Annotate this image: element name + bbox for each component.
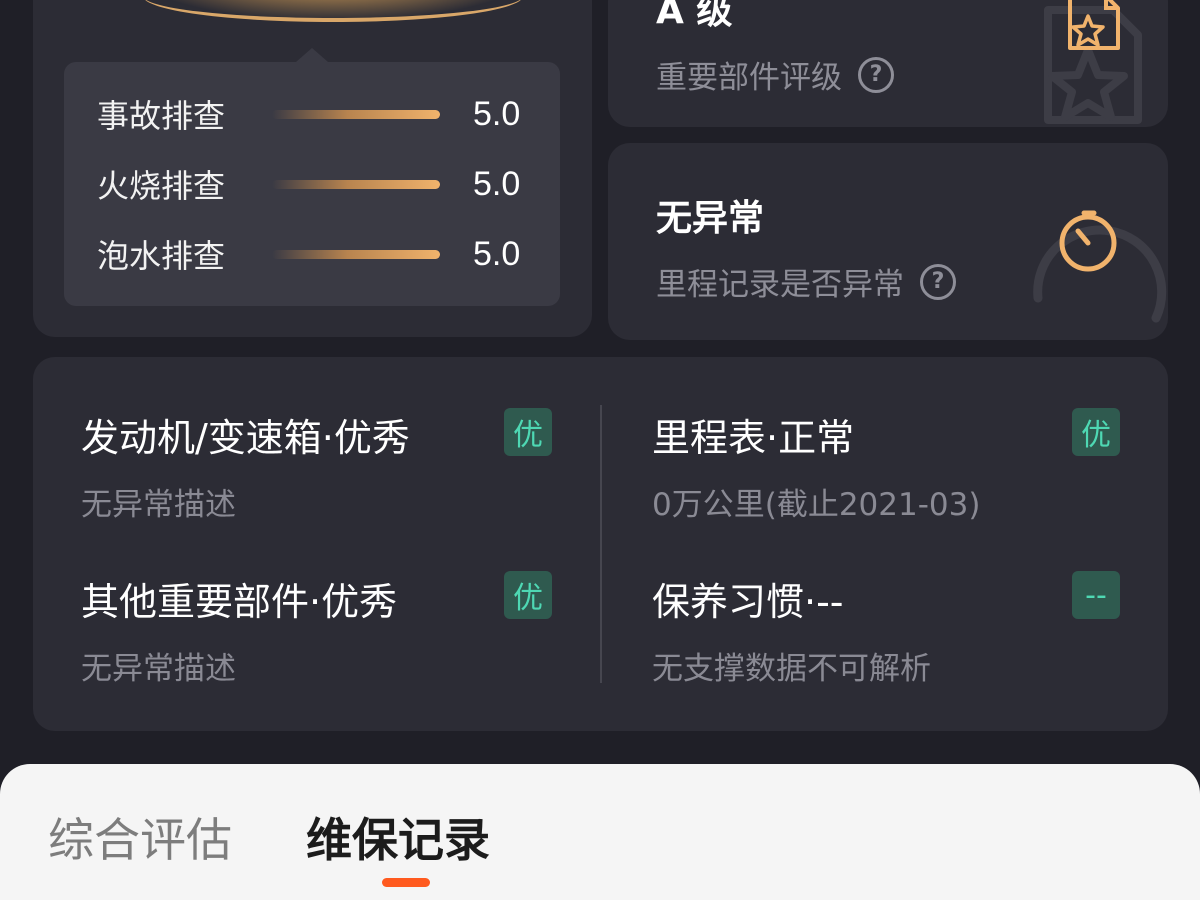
score-value: 5.0 bbox=[473, 94, 521, 133]
anomaly-subtitle: 里程记录是否异常 ? bbox=[656, 259, 956, 304]
rating-tag: -- bbox=[1072, 571, 1120, 619]
stopwatch-icon bbox=[1033, 210, 1167, 323]
score-list: 事故排查 5.0 火烧排查 5.0 泡水排查 5.0 bbox=[64, 48, 560, 306]
column-divider bbox=[600, 405, 602, 683]
score-row-flood: 泡水排查 5.0 bbox=[97, 234, 537, 276]
score-value: 5.0 bbox=[473, 234, 521, 273]
help-icon[interactable]: ? bbox=[858, 56, 894, 93]
score-label: 事故排查 bbox=[97, 97, 226, 135]
bottom-tab-sheet: 综合评估 维保记录 bbox=[0, 764, 1200, 900]
component-detail-card: 发动机/变速箱·优秀 优 无异常描述 其他重要部件·优秀 优 无异常描述 里程表… bbox=[33, 357, 1168, 731]
other-parts-desc: 无异常描述 bbox=[81, 651, 236, 687]
mileage-anomaly-card[interactable]: 无异常 里程记录是否异常 ? bbox=[608, 143, 1168, 340]
rating-tag: 优 bbox=[1072, 408, 1120, 456]
maintenance-habit-desc: 无支撑数据不可解析 bbox=[652, 651, 931, 687]
tab-maintenance-records[interactable]: 维保记录 bbox=[306, 804, 490, 870]
tab-overview[interactable]: 综合评估 bbox=[48, 804, 232, 870]
star-document-icon bbox=[1044, 0, 1142, 124]
score-label: 泡水排查 bbox=[97, 237, 226, 275]
odometer-desc: 0万公里(截止2021-03) bbox=[652, 487, 981, 523]
score-label: 火烧排查 bbox=[97, 167, 226, 205]
help-icon[interactable]: ? bbox=[920, 263, 956, 300]
score-value: 5.0 bbox=[473, 164, 521, 203]
score-row-accident: 事故排查 5.0 bbox=[97, 94, 537, 136]
grade-subtitle-text: 重要部件评级 bbox=[656, 60, 842, 96]
score-badge-glow bbox=[143, 0, 523, 22]
score-bar bbox=[272, 249, 440, 259]
score-row-fire: 火烧排查 5.0 bbox=[97, 164, 537, 206]
active-tab-indicator bbox=[382, 878, 430, 887]
engine-gearbox-desc: 无异常描述 bbox=[81, 487, 236, 523]
maintenance-habit-title: 保养习惯·-- bbox=[652, 580, 844, 624]
other-parts-title: 其他重要部件·优秀 bbox=[81, 580, 398, 624]
inspection-score-card: 事故排查 5.0 火烧排查 5.0 泡水排查 5.0 bbox=[33, 0, 592, 337]
score-bar bbox=[272, 109, 440, 119]
engine-gearbox-title: 发动机/变速箱·优秀 bbox=[81, 416, 410, 460]
anomaly-subtitle-text: 里程记录是否异常 bbox=[656, 267, 904, 303]
score-bar bbox=[272, 179, 440, 189]
odometer-title: 里程表·正常 bbox=[652, 416, 855, 460]
grade-subtitle: 重要部件评级 ? bbox=[656, 52, 894, 97]
grade-title: A 级 bbox=[656, 0, 733, 32]
component-grade-card[interactable]: A 级 重要部件评级 ? bbox=[608, 0, 1168, 127]
rating-tag: 优 bbox=[504, 408, 552, 456]
anomaly-title: 无异常 bbox=[656, 198, 765, 239]
rating-tag: 优 bbox=[504, 571, 552, 619]
